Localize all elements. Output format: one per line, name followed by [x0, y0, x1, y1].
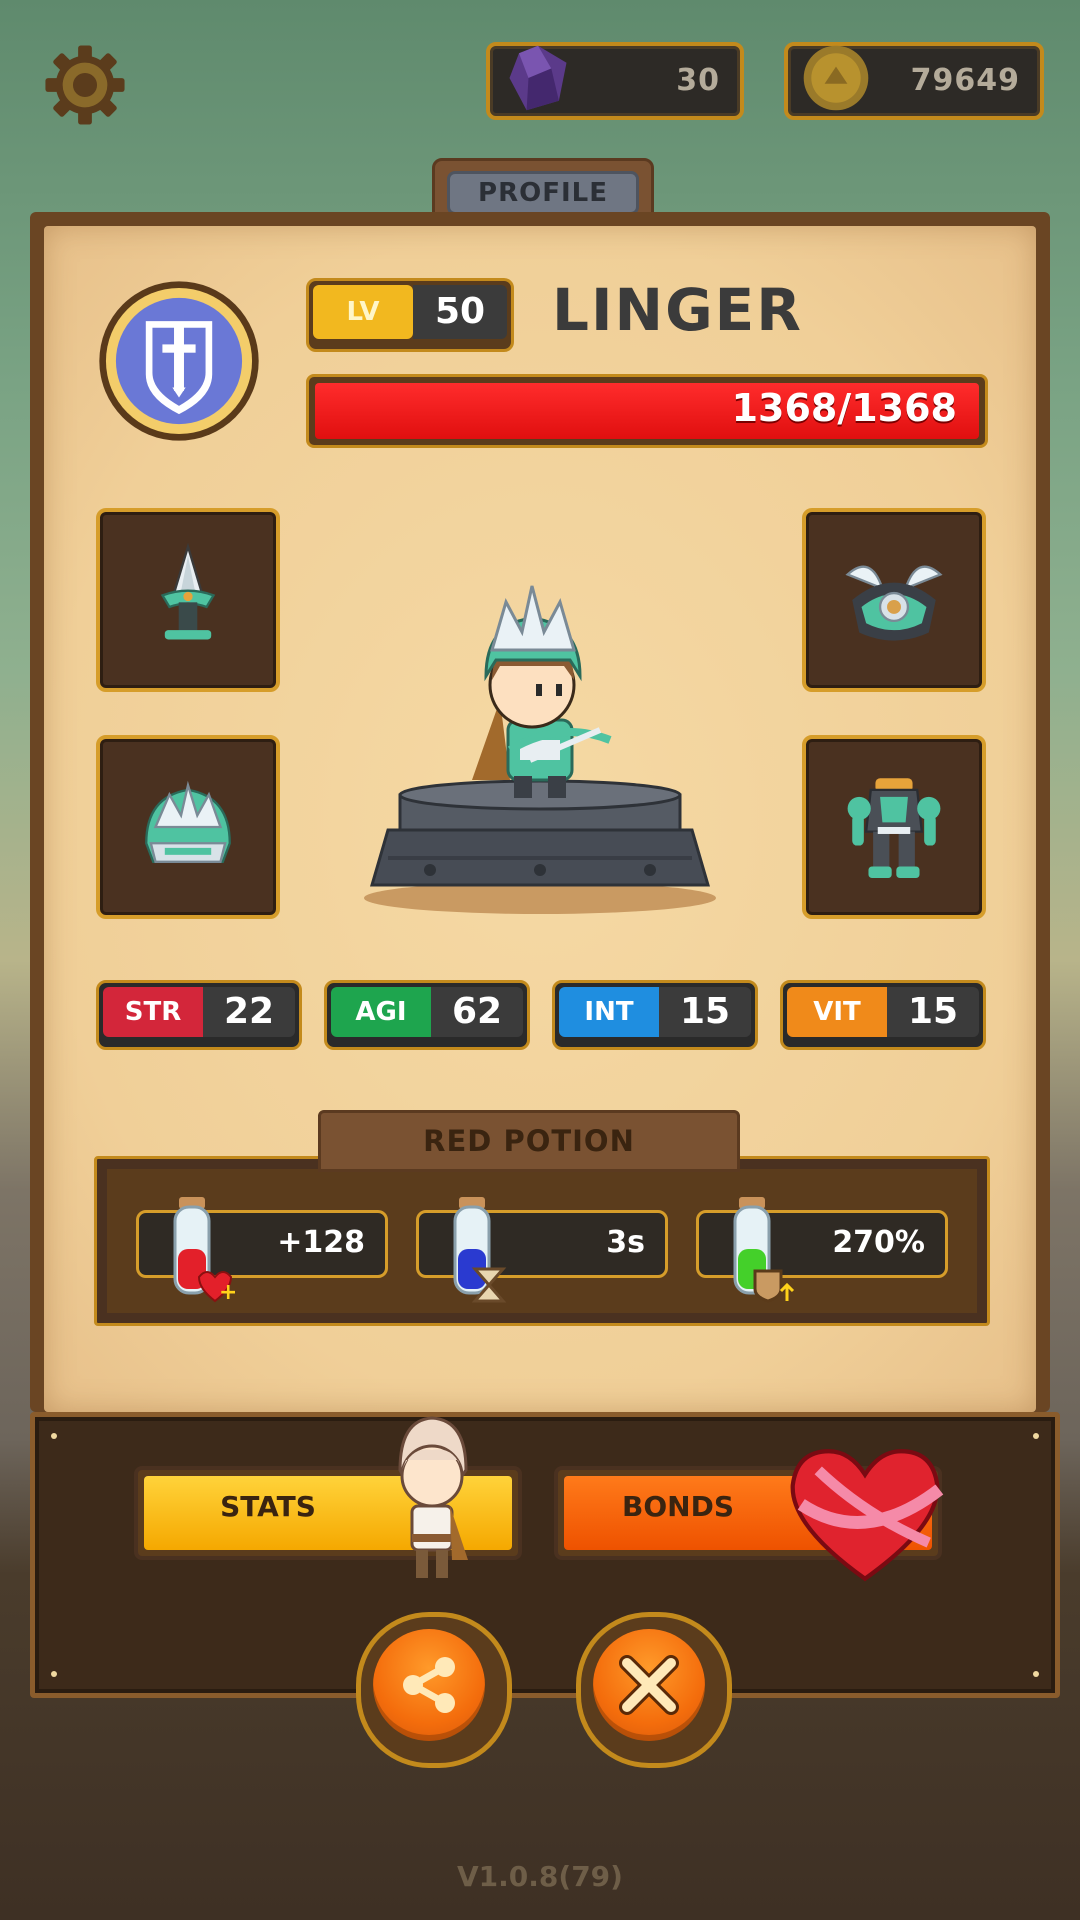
- coin-counter[interactable]: 79649: [784, 42, 1044, 120]
- bonus-value: 270%: [832, 1225, 925, 1260]
- gem-icon: [509, 45, 567, 111]
- potion-title: RED POTION: [318, 1110, 740, 1172]
- profile-tab-label: PROFILE: [447, 171, 639, 215]
- version-label: V1.0.8(79): [457, 1860, 623, 1893]
- level-badge: LV 50: [306, 278, 514, 352]
- heal-amount: +128: [277, 1225, 365, 1260]
- dagger-icon: [160, 542, 216, 640]
- heart-icon: [790, 1449, 944, 1582]
- gem-counter[interactable]: 30: [486, 42, 744, 120]
- close-button-face: [593, 1629, 705, 1741]
- equip-slot-helmet[interactable]: [96, 735, 280, 919]
- shoulder-armor-icon: [845, 565, 943, 641]
- hp-text: 1368/1368: [731, 386, 957, 430]
- stat-vit: VIT 15: [780, 980, 986, 1050]
- duration-potion-icon: [453, 1197, 507, 1303]
- rivet: [1033, 1671, 1039, 1677]
- stat-value: 15: [659, 987, 751, 1037]
- stat-value: 22: [203, 987, 295, 1037]
- close-icon: [619, 1655, 679, 1715]
- character-name: LINGER: [552, 276, 803, 344]
- share-button-face: [373, 1629, 485, 1741]
- rivet: [51, 1433, 57, 1439]
- equip-slot-armor[interactable]: [802, 735, 986, 919]
- duration-value: 3s: [606, 1225, 645, 1260]
- stat-label: VIT: [787, 987, 887, 1037]
- hero-on-pedestal: [364, 585, 716, 914]
- share-icon: [403, 1657, 455, 1713]
- bonus-potion-icon: [733, 1197, 795, 1303]
- settings-gear-icon[interactable]: [42, 42, 128, 128]
- hp-bar: 1368/1368: [306, 374, 988, 448]
- potion-heal: + +128: [136, 1197, 388, 1305]
- stat-label: STR: [103, 987, 203, 1037]
- rivet: [51, 1671, 57, 1677]
- share-button[interactable]: [356, 1612, 512, 1768]
- potion-bonus: 270%: [696, 1197, 948, 1303]
- stat-value: 15: [887, 987, 979, 1037]
- stat-label: AGI: [331, 987, 431, 1037]
- helmet-icon: [145, 780, 231, 863]
- heal-potion-icon: +: [173, 1197, 235, 1305]
- stat-agi: AGI 62: [324, 980, 530, 1050]
- chibi-character-icon: [398, 1416, 468, 1578]
- close-button[interactable]: [576, 1612, 732, 1768]
- rivet: [1033, 1433, 1039, 1439]
- stat-label: INT: [559, 987, 659, 1037]
- potion-duration: 3s: [416, 1197, 668, 1303]
- body-armor-icon: [847, 778, 941, 879]
- level-label: LV: [313, 285, 413, 339]
- equip-slot-shoulder[interactable]: [802, 508, 986, 692]
- level-value: 50: [413, 285, 507, 339]
- gem-count: 30: [676, 63, 720, 98]
- equip-slot-weapon[interactable]: [96, 508, 280, 692]
- stat-value: 62: [431, 987, 523, 1037]
- coin-icon: [803, 45, 869, 111]
- svg-text:+: +: [219, 1280, 235, 1305]
- stat-str: STR 22: [96, 980, 302, 1050]
- stat-int: INT 15: [552, 980, 758, 1050]
- coin-count: 79649: [910, 63, 1020, 98]
- guild-emblem-icon[interactable]: [96, 278, 262, 444]
